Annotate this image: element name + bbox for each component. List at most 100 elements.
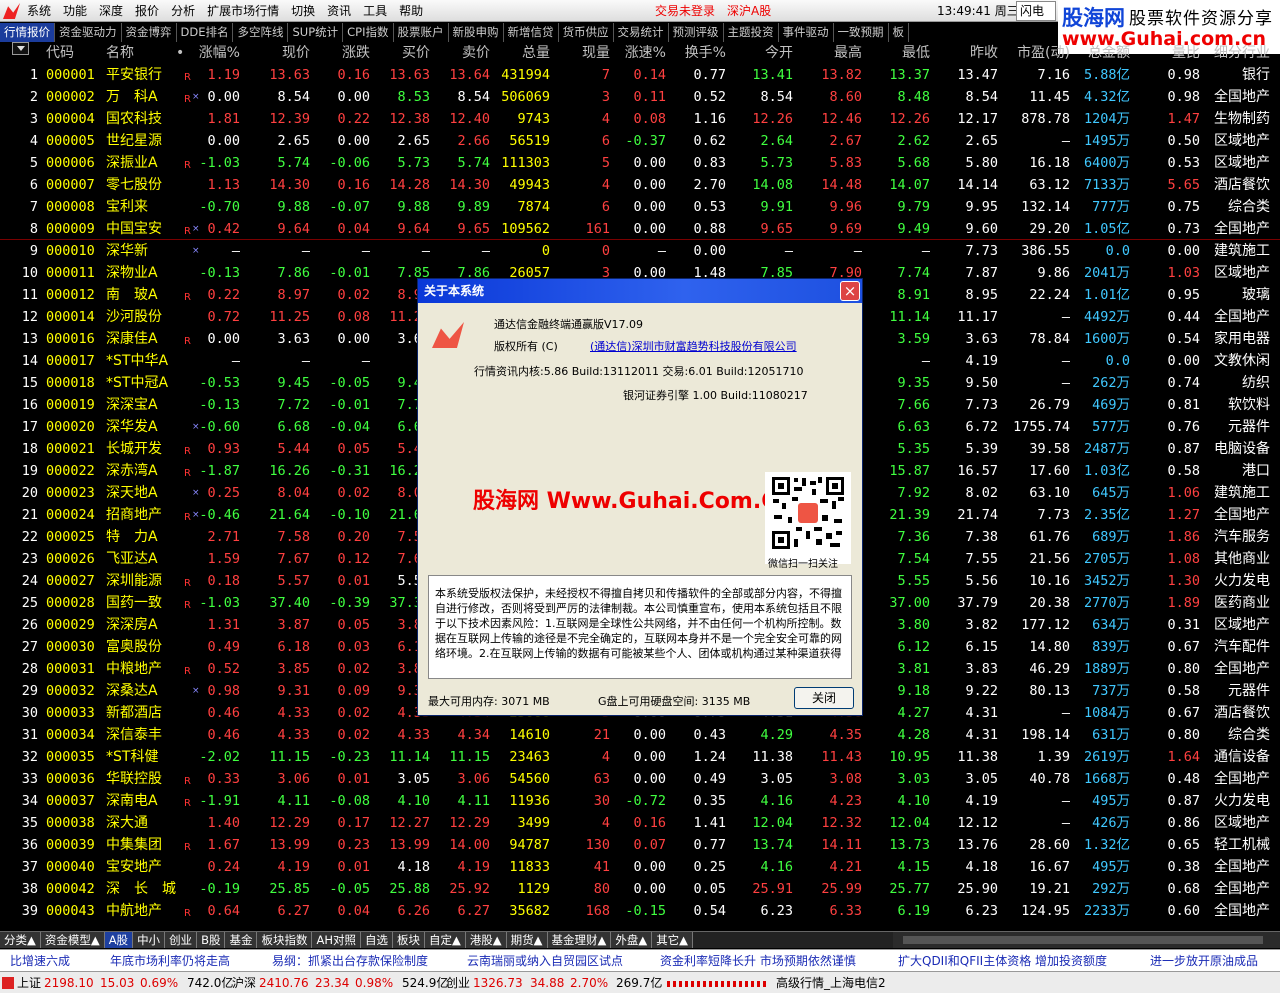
tab-item[interactable]: 股票账户 xyxy=(394,23,449,42)
table-row[interactable]: 4 000005 世纪星源 0.00 2.65 0.00 2.65 2.66 56519 6 -0.… xyxy=(0,130,1280,152)
col-amt[interactable]: 量比 xyxy=(1172,42,1200,64)
feed-status[interactable]: 高级行情_上海电信2 xyxy=(776,972,886,993)
tab-item[interactable]: SUP统计 xyxy=(288,23,344,42)
col-chg[interactable]: 涨跌 xyxy=(342,42,370,64)
close-button[interactable]: 关闭 xyxy=(794,687,854,709)
market-tab[interactable]: 外盘▲ xyxy=(611,932,653,948)
col-low[interactable]: 最低 xyxy=(902,42,930,64)
col-ind[interactable]: 细分行业 xyxy=(1214,42,1270,64)
col-pct[interactable]: 涨幅% xyxy=(199,42,240,64)
menu-item[interactable]: 帮助 xyxy=(394,0,430,22)
tab-item[interactable]: 行情报价 xyxy=(0,23,55,42)
col-price[interactable]: 现价 xyxy=(282,42,310,64)
col-open[interactable]: 今开 xyxy=(765,42,793,64)
col-pe[interactable]: 市盈(动) xyxy=(1017,42,1070,64)
tab-item[interactable]: DDE排名 xyxy=(177,23,234,42)
last-price: 8.54 xyxy=(277,89,310,105)
market-tab[interactable]: 基金 xyxy=(225,932,258,948)
tab-item[interactable]: 资金驱动力 xyxy=(55,23,122,42)
table-row[interactable]: 7 000008 宝利来 -0.70 9.88 -0.07 9.88 9.89 7874 6 0.0… xyxy=(0,196,1280,218)
market-tab[interactable]: B股 xyxy=(197,932,226,948)
col-tot[interactable]: 总金额 xyxy=(1088,42,1130,64)
col-turn[interactable]: 换手% xyxy=(685,42,726,64)
tab-item[interactable]: 交易统计 xyxy=(614,23,669,42)
table-row[interactable]: 6 000007 零七股份 1.13 14.30 0.16 14.28 14.30 49943 4… xyxy=(0,174,1280,196)
col-name[interactable]: 名称 xyxy=(106,42,134,64)
horizontal-scrollbar[interactable] xyxy=(893,931,1280,948)
col-spd[interactable]: 涨速% xyxy=(625,42,666,64)
table-row[interactable]: 32 000035 *ST科健 -2.02 11.15 -0.23 11.14 11.15 23… xyxy=(0,746,1280,768)
market-tab[interactable]: 期货▲ xyxy=(506,932,548,948)
table-row[interactable]: 31 000034 深信泰丰 0.46 4.33 0.02 4.33 4.34 14610 21 0… xyxy=(0,724,1280,746)
menu-item[interactable]: 资讯 xyxy=(322,0,358,22)
news-item[interactable]: 进一步放开原油成品 xyxy=(1150,950,1258,972)
tab-item[interactable]: 货币供应 xyxy=(559,23,614,42)
table-row[interactable]: 38 000042 深 长 城 -0.19 25.85 -0.05 25.88 25.92 11… xyxy=(0,878,1280,900)
market-tab[interactable]: 基金理财▲ xyxy=(547,932,612,948)
menu-item[interactable]: 分析 xyxy=(166,0,202,22)
col-buy[interactable]: 买价 xyxy=(402,42,430,64)
sort-dropdown-icon[interactable] xyxy=(12,42,29,55)
market-tab[interactable]: 其它▲ xyxy=(652,932,694,948)
table-row[interactable]: 9 000010 深华新 × — — — — —0 0—0.00— — —7.73 386.55 0.0 0… xyxy=(0,240,1280,262)
tab-item[interactable]: 事件驱动 xyxy=(779,23,834,42)
market-tab[interactable]: 板块 xyxy=(392,932,425,948)
tab-item[interactable]: 新增信贷 xyxy=(504,23,559,42)
tab-item[interactable]: 主题投资 xyxy=(724,23,779,42)
copyright-link[interactable]: (通达信)深圳市财富趋势科技股份有限公司 xyxy=(590,338,797,354)
close-icon[interactable]: × xyxy=(840,281,860,301)
prev-close: 4.31 xyxy=(965,705,998,721)
menu-item[interactable]: 扩展市场行情 xyxy=(202,0,286,22)
table-row[interactable]: 1 000001 平安银行 R 1.19 13.63 0.16 13.63 13.64 43199… xyxy=(0,64,1280,86)
col-prev[interactable]: 昨收 xyxy=(970,42,998,64)
tab-item[interactable]: 预测评级 xyxy=(669,23,724,42)
market-tab[interactable]: 分类▲ xyxy=(0,932,41,948)
table-row[interactable]: 37 000040 宝安地产 0.24 4.19 0.01 4.18 4.19 11833 41 0… xyxy=(0,856,1280,878)
menu-item[interactable]: 深度 xyxy=(94,0,130,22)
market-tab[interactable]: 自定▲ xyxy=(424,932,466,948)
market-tab[interactable]: 板块指数 xyxy=(257,932,313,948)
menu-item[interactable]: 系统 xyxy=(22,0,58,22)
col-vol[interactable]: 总量 xyxy=(522,42,550,64)
menu-item[interactable]: 工具 xyxy=(358,0,394,22)
col-sell[interactable]: 卖价 xyxy=(462,42,490,64)
license-text-box[interactable]: 本系统受版权法保护，未经授权不得擅自拷贝和传播软件的全部或部分内容，不得擅自进行… xyxy=(428,575,852,679)
news-item[interactable]: 资金利率短降长升 市场预期依然谨慎 xyxy=(660,950,856,972)
table-row[interactable]: 3 000004 国农科技 1.81 12.39 0.22 12.38 12.40 9743 4 0… xyxy=(0,108,1280,130)
news-item[interactable]: 年底市场利率仍将走高 xyxy=(110,950,230,972)
table-row[interactable]: 8 000009 中国宝安 R × 0.42 9.64 0.04 9.64 9.65 109562 1… xyxy=(0,218,1280,240)
market-tab[interactable]: 港股▲ xyxy=(465,932,507,948)
tab-item[interactable]: 一致预期 xyxy=(834,23,889,42)
news-item[interactable]: 易纲：抓紧出台存款保险制度 xyxy=(272,950,428,972)
menu-item[interactable]: 功能 xyxy=(58,0,94,22)
market-tab[interactable]: 自选 xyxy=(360,932,393,948)
table-row[interactable]: 36 000039 中集集团 R 1.67 13.99 0.23 13.99 14.00 9478… xyxy=(0,834,1280,856)
market-tab[interactable]: 中小 xyxy=(133,932,166,948)
table-row[interactable]: 33 000036 华联控股 R 0.33 3.06 0.01 3.05 3.06 54560 63… xyxy=(0,768,1280,790)
market-tab[interactable]: 资金模型▲ xyxy=(40,932,105,948)
col-code[interactable]: 代码 xyxy=(46,42,74,64)
col-cur[interactable]: 现量 xyxy=(582,42,610,64)
table-row[interactable]: 34 000037 深南电A R -1.91 4.11 -0.08 4.10 4.11 11936… xyxy=(0,790,1280,812)
news-item[interactable]: 扩大QDII和QFII主体资格 增加投资额度 xyxy=(898,950,1107,972)
tab-item[interactable]: 多空阵线 xyxy=(233,23,289,42)
login-status[interactable]: 交易未登录 xyxy=(655,0,715,22)
market-selector[interactable]: 深沪A股 xyxy=(727,0,771,22)
tab-item[interactable]: 新股申购 xyxy=(449,23,504,42)
market-tab[interactable]: A股 xyxy=(104,932,134,948)
flash-trade-button[interactable]: 闪电手 xyxy=(1016,1,1056,36)
menu-item[interactable]: 报价 xyxy=(130,0,166,22)
tab-item[interactable]: CPI指数 xyxy=(343,23,394,42)
tab-item[interactable]: 资金博弈 xyxy=(122,23,177,42)
tab-item[interactable]: 板 xyxy=(889,23,909,42)
news-item[interactable]: 云南瑞丽或纳入自贸园区试点 xyxy=(467,950,623,972)
table-row[interactable]: 35 000038 深大通 1.40 12.29 0.17 12.27 12.29 3499 4 0… xyxy=(0,812,1280,834)
news-item[interactable]: 比增速六成 xyxy=(10,950,70,972)
market-tab[interactable]: AH对照 xyxy=(312,932,361,948)
table-row[interactable]: 2 000002 万 科A R × 0.00 8.54 0.00 8.53 8.54 506069 3… xyxy=(0,86,1280,108)
market-tab[interactable]: 创业 xyxy=(165,932,198,948)
menu-item[interactable]: 切换 xyxy=(286,0,322,22)
table-row[interactable]: 5 000006 深振业A R -1.03 5.74 -0.06 5.73 5.74 111303… xyxy=(0,152,1280,174)
col-high[interactable]: 最高 xyxy=(834,42,862,64)
table-row[interactable]: 39 000043 中航地产 R 0.64 6.27 0.04 6.26 6.27 35682 16… xyxy=(0,900,1280,922)
